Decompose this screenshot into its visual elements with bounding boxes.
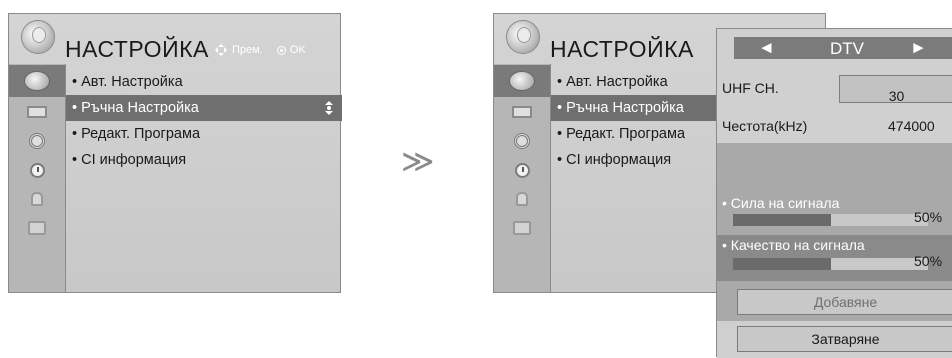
- picture-screen-icon: [512, 106, 532, 118]
- sidebar-item-setup[interactable]: [9, 65, 65, 97]
- sidebar-item-option[interactable]: [494, 214, 550, 242]
- sidebar-item-lock[interactable]: [9, 185, 65, 213]
- signal-quality-bar: [733, 258, 928, 270]
- menu-title: НАСТРОЙКА: [550, 36, 694, 62]
- time-clock-icon: [29, 162, 45, 178]
- option-icon: [513, 221, 531, 235]
- time-clock-icon: [514, 162, 530, 178]
- manual-tuning-popup: ◄ DTV ► UHF CH. 30 Честота(kHz) 474000 •…: [716, 28, 952, 358]
- frequency-value: 474000: [888, 118, 935, 134]
- channel-input[interactable]: 30: [839, 75, 952, 104]
- close-button[interactable]: Затваряне: [737, 326, 952, 352]
- menu-item-program-edit[interactable]: • Редакт. Програма: [66, 121, 342, 147]
- picture-screen-icon: [27, 106, 47, 118]
- navigation-arrows-icon: [214, 43, 228, 57]
- sidebar-item-picture[interactable]: [494, 98, 550, 126]
- setup-disc-icon: [24, 71, 50, 91]
- sidebar-item-lock[interactable]: [494, 185, 550, 213]
- audio-speaker-icon: [29, 133, 45, 149]
- sidebar-item-audio[interactable]: [494, 127, 550, 155]
- signal-quality-value: 50%: [914, 253, 943, 269]
- band-selector[interactable]: ◄ DTV ►: [734, 37, 952, 59]
- signal-quality-fill: [733, 258, 831, 270]
- select-marker-icon: [324, 101, 334, 115]
- next-step-arrow: ≫: [401, 142, 435, 180]
- category-sidebar: [494, 64, 551, 292]
- signal-strength-value: 50%: [914, 209, 943, 225]
- frequency-row: Честота(kHz) 474000: [717, 109, 952, 143]
- menu-item-label: • Ръчна Настройка: [72, 100, 199, 116]
- lock-icon: [31, 192, 43, 206]
- sidebar-item-picture[interactable]: [9, 98, 65, 126]
- lock-icon: [516, 192, 528, 206]
- move-hint: Прем.: [232, 44, 263, 56]
- sidebar-item-setup[interactable]: [494, 65, 550, 97]
- signal-quality-label: • Качество на сигнала: [722, 237, 865, 253]
- menu-item-ci-information[interactable]: • CI информация: [66, 147, 342, 173]
- setup-disc-icon: [509, 71, 535, 91]
- band-right-arrow-icon[interactable]: ►: [910, 37, 927, 59]
- frequency-label: Честота(kHz): [722, 118, 808, 134]
- menu-item-auto-tuning[interactable]: • Авт. Настройка: [66, 69, 342, 95]
- signal-strength-fill: [733, 214, 831, 226]
- add-button[interactable]: Добавяне: [737, 289, 952, 315]
- setup-menu-left: НАСТРОЙКА Прем. OK • Авт. Настройка • Ръ…: [8, 13, 342, 293]
- sidebar-item-audio[interactable]: [9, 127, 65, 155]
- menu-list: • Авт. Настройка • Ръчна Настройка • Ред…: [66, 69, 342, 173]
- navigation-hints: Прем. OK: [214, 43, 306, 57]
- signal-strength-bar: [733, 214, 928, 226]
- satellite-dish-icon: [506, 20, 540, 54]
- band-left-arrow-icon[interactable]: ◄: [758, 37, 775, 59]
- option-icon: [28, 221, 46, 235]
- ok-hint: OK: [289, 44, 306, 56]
- menu-item-manual-tuning[interactable]: • Ръчна Настройка: [66, 95, 342, 121]
- channel-label: UHF CH.: [722, 80, 779, 96]
- category-sidebar: [9, 64, 66, 292]
- audio-speaker-icon: [514, 133, 530, 149]
- sidebar-item-option[interactable]: [9, 214, 65, 242]
- band-value: DTV: [830, 39, 864, 58]
- signal-strength-label: • Сила на сигнала: [722, 195, 840, 211]
- menu-title: НАСТРОЙКА: [65, 36, 209, 62]
- ok-button-icon: [276, 45, 286, 55]
- sidebar-item-time[interactable]: [9, 156, 65, 184]
- sidebar-item-time[interactable]: [494, 156, 550, 184]
- satellite-dish-icon: [21, 20, 55, 54]
